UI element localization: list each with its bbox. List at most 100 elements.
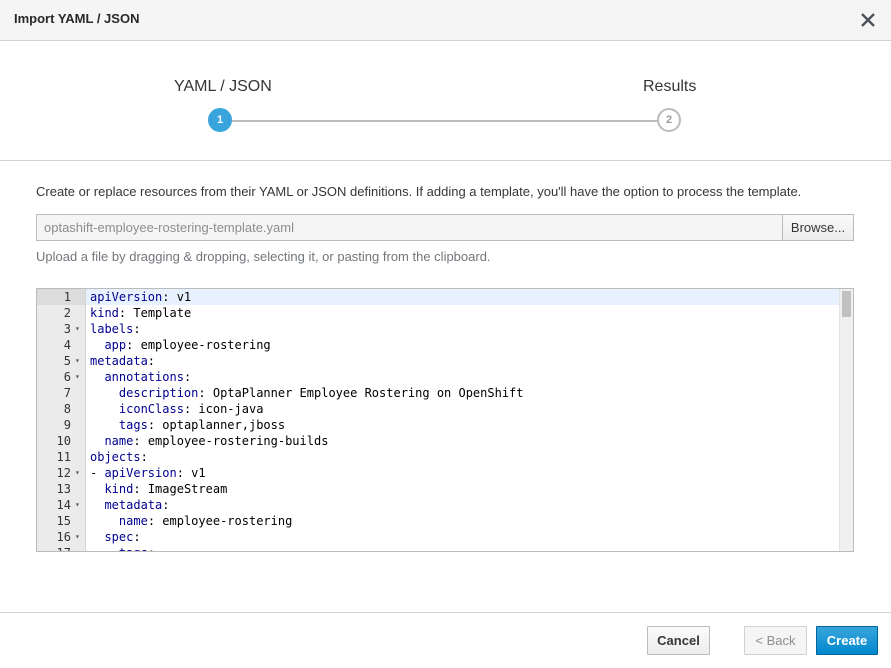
- code-text: objects:: [86, 449, 839, 465]
- yaml-key: annotations: [104, 370, 184, 384]
- yaml-key: metadata: [90, 354, 148, 368]
- editor-line[interactable]: 5 ▾ metadata:: [37, 353, 853, 369]
- yaml-key: name: [118, 514, 148, 528]
- fold-toggle-icon[interactable]: ▾: [75, 353, 80, 369]
- yaml-colon: :: [147, 354, 156, 368]
- fold-toggle-icon[interactable]: ▾: [75, 497, 80, 513]
- code-text: metadata:: [86, 353, 839, 369]
- footer-divider: [0, 612, 891, 613]
- line-number: 13: [56, 482, 71, 496]
- yaml-value: employee-rostering: [155, 514, 293, 528]
- fold-toggle-icon[interactable]: ▾: [75, 465, 80, 481]
- yaml-key: iconClass: [118, 402, 184, 416]
- yaml-colon: :: [133, 530, 141, 544]
- editor-line[interactable]: 1 apiVersion: v1: [37, 289, 853, 305]
- editor-line[interactable]: 7 description: OptaPlanner Employee Rost…: [37, 385, 853, 401]
- upload-help-text: Upload a file by dragging & dropping, se…: [36, 249, 491, 264]
- step-label-yaml-json[interactable]: YAML / JSON: [174, 78, 272, 96]
- yaml-colon: :: [176, 466, 184, 480]
- yaml-value: employee-rostering: [133, 338, 271, 352]
- back-button[interactable]: < Back: [744, 626, 807, 655]
- yaml-colon: :: [140, 450, 148, 464]
- step-2-indicator: 2: [657, 108, 681, 132]
- editor-line[interactable]: 6 ▾ annotations:: [37, 369, 853, 385]
- code-text: labels:: [86, 321, 839, 337]
- yaml-key: tags: [119, 546, 148, 551]
- line-number: 7: [63, 386, 71, 400]
- intro-text: Create or replace resources from their Y…: [36, 184, 802, 199]
- editor-line[interactable]: 3 ▾ labels:: [37, 321, 853, 337]
- code-text: - apiVersion: v1: [86, 465, 839, 481]
- editor-line[interactable]: 14 ▾ metadata:: [37, 497, 853, 513]
- editor-line[interactable]: 2 kind: Template: [37, 305, 853, 321]
- modal-header: Import YAML / JSON: [0, 0, 891, 41]
- yaml-colon: :: [183, 370, 192, 384]
- yaml-key: spec: [104, 530, 134, 544]
- editor-line[interactable]: 10 name: employee-rostering-builds: [37, 433, 853, 449]
- code-text: kind: ImageStream: [86, 481, 839, 497]
- code-text: apiVersion: v1: [86, 289, 839, 305]
- cancel-button[interactable]: Cancel: [647, 626, 710, 655]
- yaml-key: kind: [104, 482, 134, 496]
- line-number: 1: [37, 289, 85, 305]
- yaml-colon: :: [148, 546, 155, 551]
- editor-scrollbar[interactable]: [839, 289, 853, 551]
- yaml-value: employee-rostering-builds: [140, 434, 329, 448]
- modal-title: Import YAML / JSON: [14, 11, 140, 26]
- yaml-value: Template: [126, 306, 192, 320]
- yaml-value: OptaPlanner Employee Rostering on OpenSh…: [205, 386, 524, 400]
- code-text: app: employee-rostering: [86, 337, 839, 353]
- editor-line[interactable]: 4 app: employee-rostering: [37, 337, 853, 353]
- editor-line[interactable]: 15 name: employee-rostering: [37, 513, 853, 529]
- editor-line[interactable]: 17 tags:: [37, 545, 853, 551]
- editor-lines[interactable]: 1 apiVersion: v1 2 kind: Template 3 ▾ labels: 4…: [37, 289, 853, 551]
- file-name-input[interactable]: [36, 214, 783, 241]
- code-indent: -: [90, 466, 105, 480]
- editor-line[interactable]: 12 ▾ - apiVersion: v1: [37, 465, 853, 481]
- line-number: 8: [63, 402, 71, 416]
- line-number: 15: [56, 514, 71, 528]
- code-text: kind: Template: [86, 305, 839, 321]
- code-text: annotations:: [86, 369, 839, 385]
- editor-line[interactable]: 16 ▾ spec:: [37, 529, 853, 545]
- yaml-editor[interactable]: 1 apiVersion: v1 2 kind: Template 3 ▾ labels: 4…: [36, 288, 854, 552]
- step-1-indicator[interactable]: 1: [208, 108, 232, 132]
- yaml-value: optaplanner,jboss: [155, 418, 286, 432]
- editor-line[interactable]: 13 kind: ImageStream: [37, 481, 853, 497]
- yaml-key: apiVersion: [90, 290, 163, 304]
- line-number: 10: [56, 434, 71, 448]
- browse-button[interactable]: Browse...: [782, 214, 854, 241]
- fold-toggle-icon[interactable]: ▾: [75, 529, 80, 545]
- line-number: 2: [63, 306, 71, 320]
- code-text: iconClass: icon-java: [86, 401, 839, 417]
- yaml-key: kind: [90, 306, 119, 320]
- editor-line[interactable]: 9 tags: optaplanner,jboss: [37, 417, 853, 433]
- yaml-value: icon-java: [191, 402, 264, 416]
- editor-line[interactable]: 11 objects:: [37, 449, 853, 465]
- yaml-value: ImageStream: [140, 482, 228, 496]
- code-text: tags: optaplanner,jboss: [86, 417, 839, 433]
- code-text: name: employee-rostering: [86, 513, 839, 529]
- step-label-results: Results: [643, 78, 697, 95]
- editor-scroll-thumb[interactable]: [842, 291, 851, 317]
- yaml-colon: :: [133, 482, 141, 496]
- line-number: 11: [56, 450, 71, 464]
- editor-line[interactable]: 8 iconClass: icon-java: [37, 401, 853, 417]
- yaml-colon: :: [147, 514, 156, 528]
- fold-toggle-icon[interactable]: ▾: [75, 369, 80, 385]
- create-button[interactable]: Create: [816, 626, 878, 655]
- close-icon[interactable]: [857, 9, 879, 31]
- line-number: 9: [63, 418, 71, 432]
- yaml-colon: :: [147, 418, 156, 432]
- fold-toggle-icon[interactable]: ▾: [75, 321, 80, 337]
- code-text: metadata:: [86, 497, 839, 513]
